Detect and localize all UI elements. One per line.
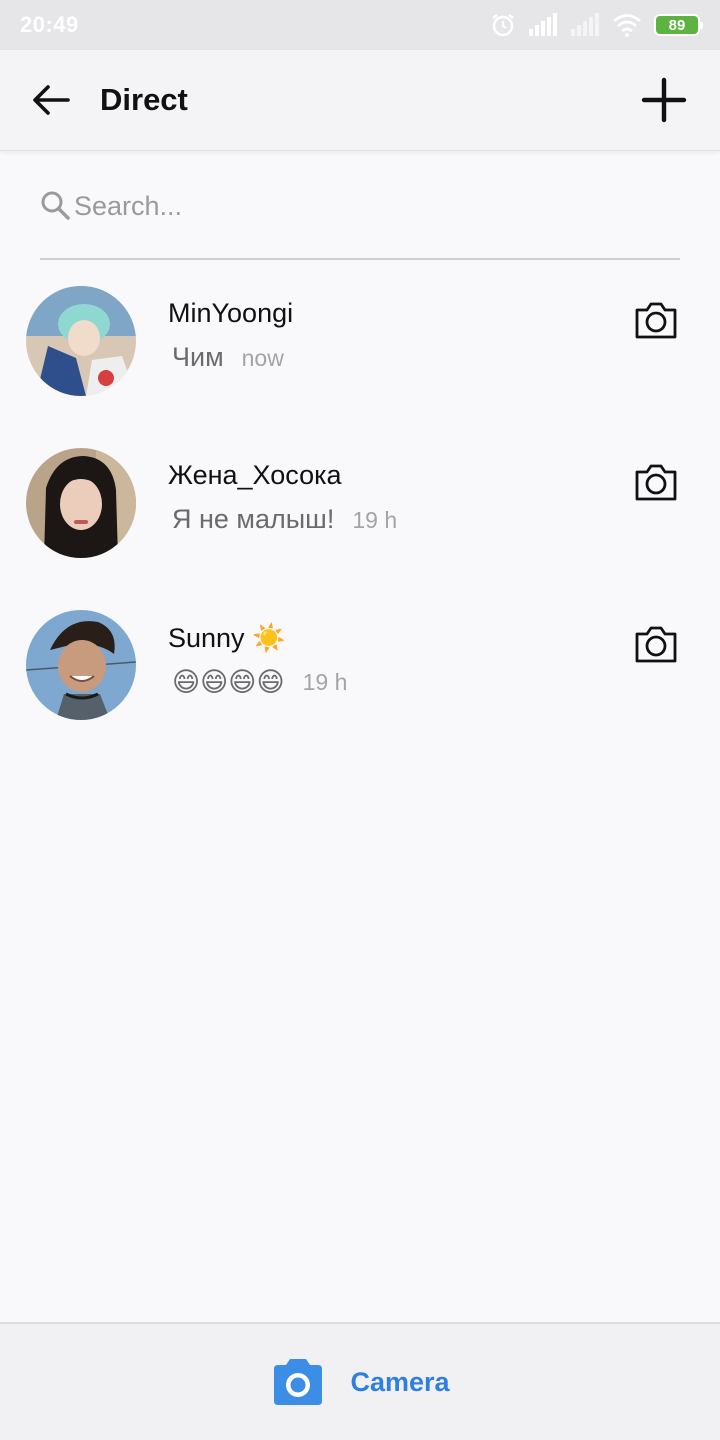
plus-icon[interactable] [640, 76, 688, 124]
battery-level: 89 [668, 16, 686, 34]
camera-filled-icon [274, 1359, 323, 1405]
conversation-name: Sunny ☀️ [168, 623, 286, 653]
avatar [26, 448, 136, 558]
conversation-preview: 😄😄😄😄 19 h [172, 666, 347, 698]
search-icon [41, 191, 70, 220]
signal-icon [529, 13, 557, 36]
message-time: 19 h [352, 507, 398, 533]
conversation-name: Жена_Хосока [168, 460, 342, 490]
conversation-name: MinYoongi [168, 298, 294, 328]
camera-label: Camera [350, 1366, 450, 1397]
avatar [26, 610, 136, 720]
message-text: Чим [172, 342, 224, 372]
arrow-left-icon[interactable] [28, 80, 72, 120]
camera-icon[interactable] [634, 300, 678, 340]
camera-button[interactable]: Camera [0, 1322, 720, 1440]
status-icons: 89 [490, 12, 703, 38]
alarm-icon [492, 14, 514, 37]
avatar [26, 286, 136, 396]
conversation-item[interactable]: MinYoongi Чим now [0, 260, 720, 410]
search-bar [40, 182, 680, 260]
message-time: 19 h [302, 669, 348, 695]
conversation-item[interactable]: Sunny ☀️ 😄😄😄😄 19 h [0, 584, 720, 734]
conversation-item[interactable]: Жена_Хосока Я не малыш! 19 h [0, 422, 720, 572]
wifi-icon [613, 14, 641, 37]
battery-icon: 89 [654, 14, 703, 36]
search-input[interactable] [74, 186, 634, 226]
message-text: 😄😄😄😄 [172, 667, 285, 698]
camera-icon[interactable] [634, 624, 678, 664]
status-bar: 20:49 89 [0, 0, 720, 50]
conversation-preview: Чим now [172, 342, 284, 373]
status-time: 20:49 [20, 12, 79, 37]
message-time: now [241, 345, 284, 371]
conversation-preview: Я не малыш! 19 h [172, 504, 397, 535]
signal-weak-icon [571, 13, 599, 36]
camera-icon[interactable] [634, 462, 678, 502]
page-title: Direct [100, 82, 188, 117]
header: Direct [0, 50, 720, 151]
message-text: Я не малыш! [172, 504, 335, 534]
